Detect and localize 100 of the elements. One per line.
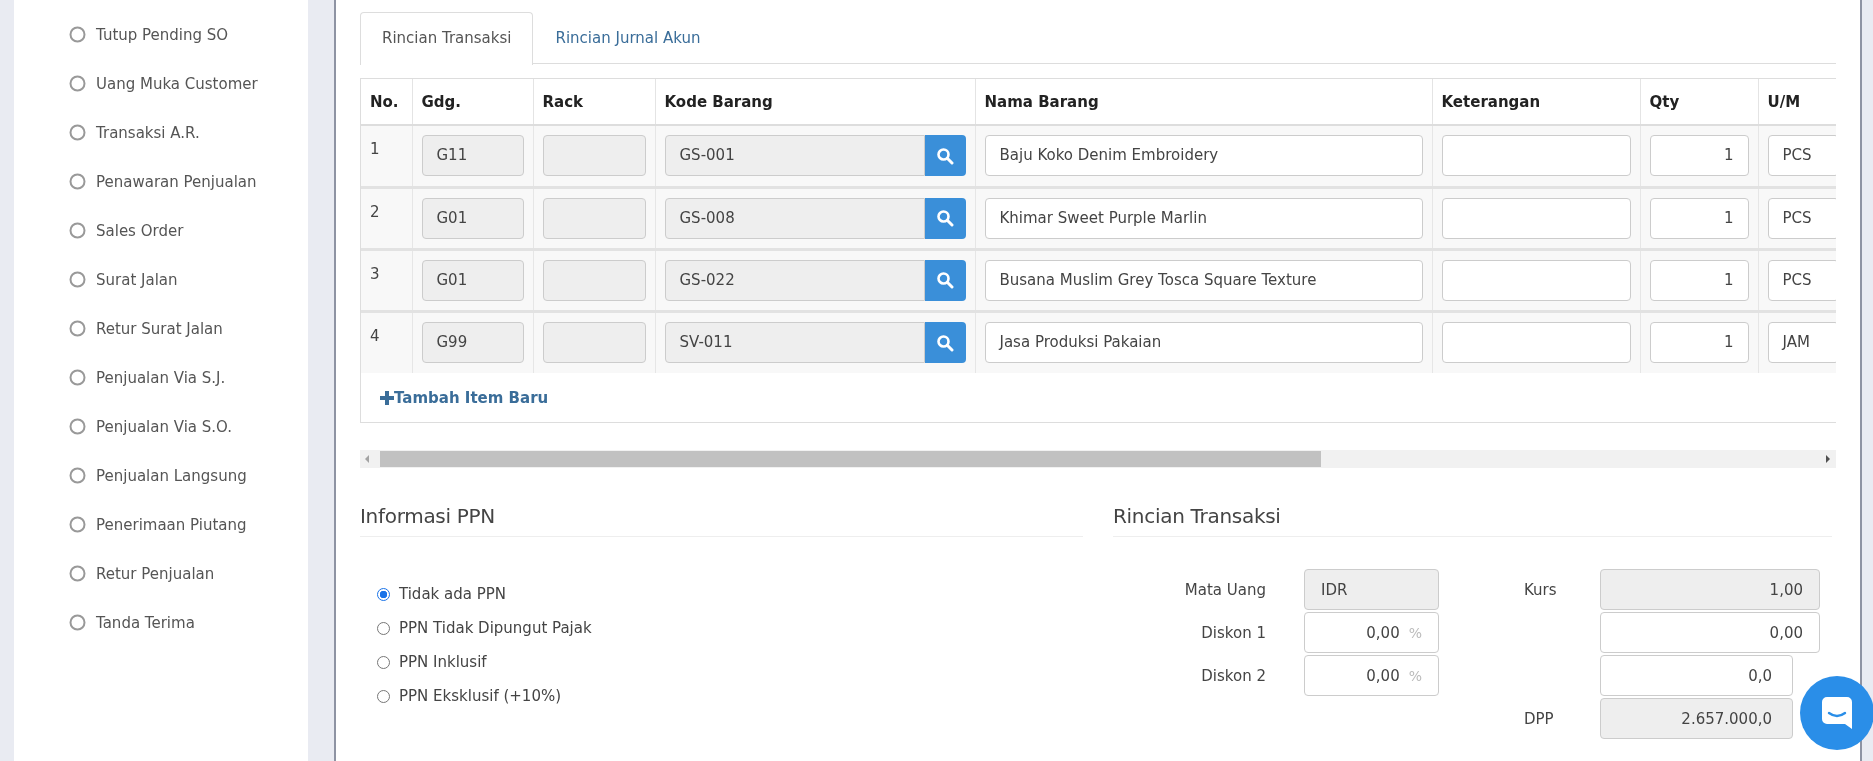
- sidebar-item[interactable]: Penawaran Penjualan: [64, 158, 264, 207]
- column-header: U/M: [1758, 79, 1836, 125]
- section-heading: Rincian Transaksi: [1113, 504, 1832, 537]
- amount-field[interactable]: 1,00: [1600, 569, 1820, 610]
- field-label: Diskon 2: [1201, 666, 1266, 685]
- circle-icon: [69, 173, 86, 190]
- tab[interactable]: Rincian Transaksi: [360, 12, 534, 65]
- note-field[interactable]: [1441, 259, 1631, 301]
- amount-field[interactable]: 0,00: [1600, 612, 1820, 653]
- circle-icon: [69, 320, 86, 337]
- radio-label: PPN Inklusif: [399, 653, 487, 671]
- unit-field[interactable]: PCS: [1767, 259, 1836, 301]
- sidebar-item[interactable]: Retur Penjualan: [64, 550, 264, 599]
- column-header: Gdg.: [412, 79, 533, 125]
- search-button[interactable]: [924, 322, 966, 364]
- item-name-field[interactable]: Jasa Produksi Pakaian: [984, 322, 1423, 364]
- column-header: Kode Barang: [655, 79, 975, 125]
- column-header: Nama Barang: [975, 79, 1432, 125]
- add-item-link[interactable]: Tambah Item Baru: [380, 388, 549, 407]
- note-field[interactable]: [1441, 197, 1631, 239]
- item-code-field[interactable]: GS-022: [664, 259, 925, 301]
- rack-field[interactable]: [542, 135, 646, 177]
- field-label: Mata Uang: [1184, 580, 1266, 599]
- qty-field[interactable]: 1: [1649, 197, 1749, 239]
- circle-icon: [69, 418, 86, 435]
- radio-button[interactable]: [377, 621, 390, 635]
- circle-icon: [69, 271, 86, 288]
- sidebar-item[interactable]: Transaksi A.R.: [64, 109, 264, 158]
- circle-icon: [69, 369, 86, 386]
- column-header: Qty: [1640, 79, 1758, 125]
- item-name-field[interactable]: Baju Koko Denim Embroidery: [984, 135, 1423, 177]
- qty-field[interactable]: 1: [1649, 135, 1749, 177]
- sidebar-item[interactable]: Tanda Terima: [64, 599, 264, 648]
- circle-icon: [69, 75, 86, 92]
- rack-field[interactable]: [542, 322, 646, 364]
- amount-field[interactable]: 0,0: [1600, 655, 1793, 696]
- warehouse-field[interactable]: G11: [421, 135, 524, 177]
- sidebar-item[interactable]: Penjualan Langsung: [64, 452, 264, 501]
- circle-icon: [69, 222, 86, 239]
- unit-field[interactable]: PCS: [1767, 135, 1836, 177]
- circle-icon: [69, 516, 86, 533]
- warehouse-field[interactable]: G01: [421, 197, 524, 239]
- warehouse-field[interactable]: G01: [421, 259, 524, 301]
- search-button[interactable]: [924, 259, 966, 301]
- radio-label: PPN Tidak Dipungut Pajak: [399, 619, 592, 637]
- amount-field[interactable]: 0,00 %: [1304, 612, 1439, 653]
- radio-label: Tidak ada PPN: [399, 585, 507, 603]
- chat-icon: [1821, 696, 1853, 730]
- sidebar-item[interactable]: Penerimaan Piutang: [64, 501, 264, 550]
- search-icon: [936, 271, 954, 289]
- search-icon: [936, 146, 954, 165]
- item-code-field[interactable]: SV-011: [664, 322, 925, 364]
- row-number: 1: [361, 125, 412, 187]
- radio-button[interactable]: [377, 655, 390, 669]
- unit-field[interactable]: JAM: [1767, 322, 1836, 364]
- radio-button[interactable]: [377, 587, 390, 601]
- qty-field[interactable]: 1: [1649, 322, 1749, 364]
- note-field[interactable]: [1441, 135, 1631, 177]
- sidebar-item[interactable]: Sales Order: [64, 207, 264, 256]
- sidebar-item[interactable]: Penjualan Via S.O.: [64, 403, 264, 452]
- search-icon: [936, 209, 954, 227]
- row-number: 4: [361, 311, 412, 373]
- sidebar-item[interactable]: Penjualan Via S.J.: [64, 354, 264, 403]
- plus-icon: [380, 390, 394, 405]
- circle-icon: [69, 565, 86, 582]
- circle-icon: [69, 467, 86, 484]
- circle-icon: [69, 124, 86, 141]
- amount-field[interactable]: 2.657.000,0: [1600, 698, 1793, 739]
- sidebar-item[interactable]: Retur Surat Jalan: [64, 305, 264, 354]
- warehouse-field[interactable]: G99: [421, 322, 524, 364]
- sidebar-item[interactable]: Tutup Pending SO: [64, 11, 264, 60]
- search-button[interactable]: [924, 197, 966, 239]
- field-label: Kurs: [1524, 580, 1557, 599]
- item-code-field[interactable]: GS-001: [664, 135, 925, 177]
- circle-icon: [69, 614, 86, 631]
- unit-field[interactable]: PCS: [1767, 197, 1836, 239]
- amount-field[interactable]: IDR: [1304, 569, 1439, 610]
- section-heading: Informasi PPN: [360, 504, 1083, 537]
- item-name-field[interactable]: Busana Muslim Grey Tosca Square Texture: [984, 259, 1423, 301]
- tab[interactable]: Rincian Jurnal Akun: [533, 12, 723, 63]
- qty-field[interactable]: 1: [1649, 259, 1749, 301]
- search-button[interactable]: [924, 135, 966, 177]
- field-label: Diskon 1: [1201, 623, 1266, 642]
- item-name-field[interactable]: Khimar Sweet Purple Marlin: [984, 197, 1423, 239]
- rack-field[interactable]: [542, 197, 646, 239]
- column-header: Keterangan: [1432, 79, 1640, 125]
- column-header: Rack: [533, 79, 655, 125]
- sidebar-item[interactable]: Surat Jalan: [64, 256, 264, 305]
- note-field[interactable]: [1441, 322, 1631, 364]
- rack-field[interactable]: [542, 259, 646, 301]
- radio-button[interactable]: [377, 689, 390, 703]
- circle-icon: [69, 26, 86, 43]
- item-code-field[interactable]: GS-008: [664, 197, 925, 239]
- column-header: No.: [361, 79, 412, 125]
- percent-sign: %: [1408, 667, 1422, 684]
- radio-label: PPN Eksklusif (+10%): [399, 687, 562, 705]
- row-number: 3: [361, 249, 412, 311]
- search-icon: [936, 333, 954, 352]
- amount-field[interactable]: 0,00 %: [1304, 655, 1439, 696]
- sidebar-item[interactable]: Uang Muka Customer: [64, 60, 264, 109]
